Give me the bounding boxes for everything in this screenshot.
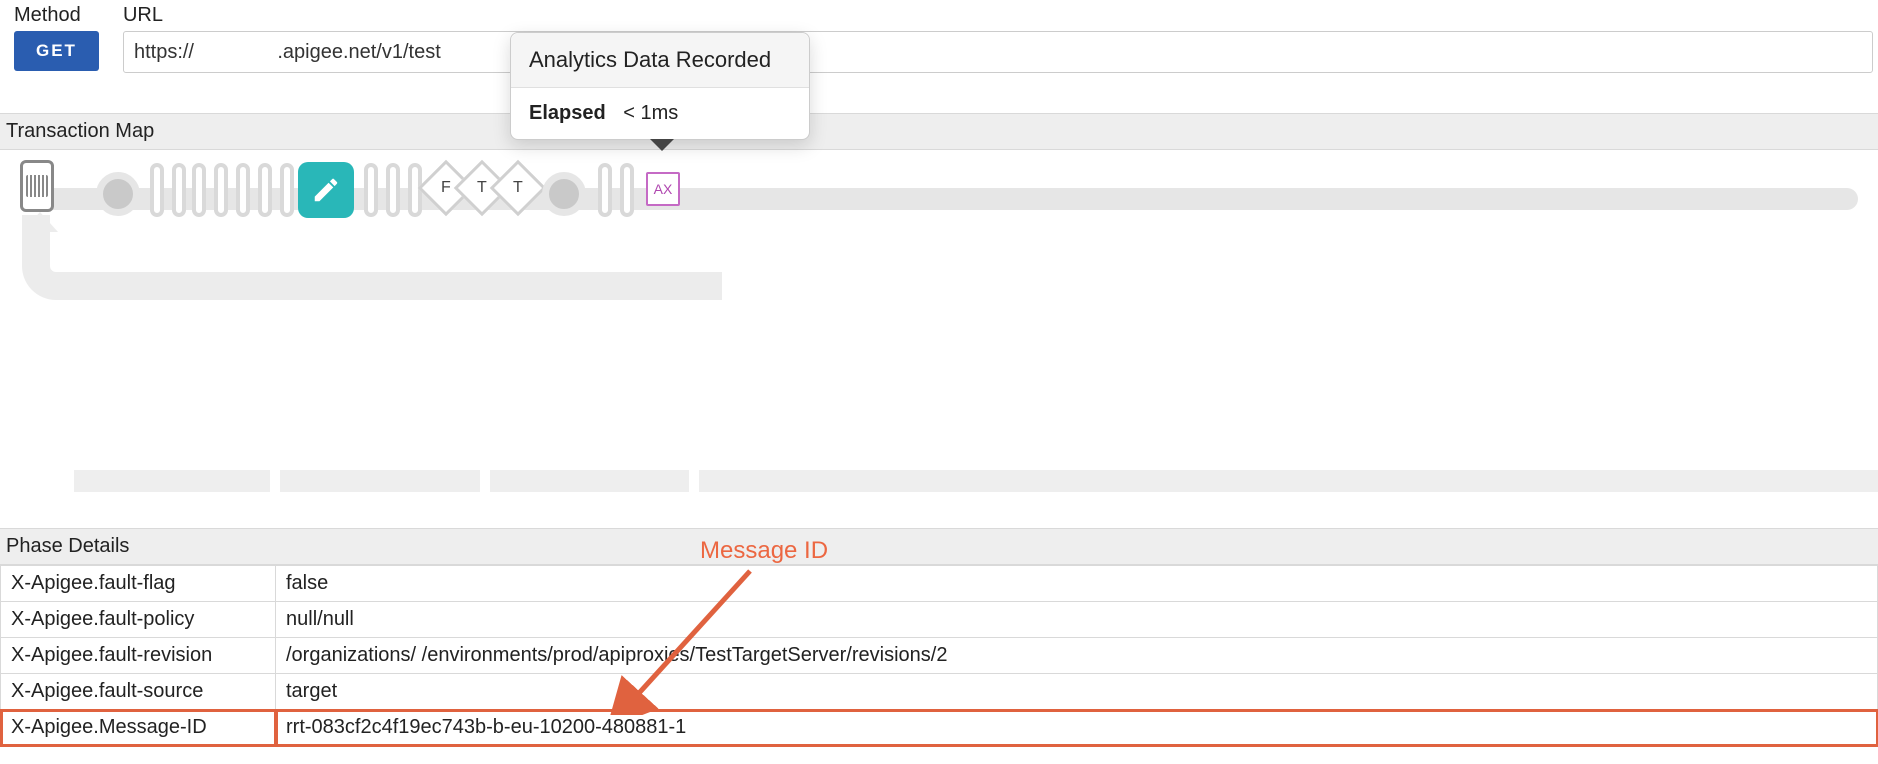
flow-step[interactable] [236, 163, 250, 217]
annotation-message-id-label: Message ID [700, 537, 828, 565]
flow-step[interactable] [214, 163, 228, 217]
timeline-segment[interactable] [490, 470, 690, 492]
flow-step[interactable] [386, 163, 400, 217]
method-button[interactable]: GET [14, 31, 99, 71]
phase-value: null/null [276, 602, 1878, 638]
tooltip-elapsed-label: Elapsed [529, 102, 606, 124]
edit-policy-icon[interactable] [298, 162, 354, 218]
analytics-node[interactable]: AX [646, 172, 680, 206]
url-input[interactable] [123, 31, 1873, 73]
flow-disc[interactable] [542, 172, 586, 216]
phase-details-table: X-Apigee.fault-flagfalseX-Apigee.fault-p… [0, 565, 1878, 746]
phase-key: X-Apigee.fault-revision [1, 638, 276, 674]
phase-value: target [276, 674, 1878, 710]
timeline-segment[interactable] [280, 470, 480, 492]
phase-key: X-Apigee.fault-source [1, 674, 276, 710]
flow-step[interactable] [192, 163, 206, 217]
table-row: X-Apigee.fault-flagfalse [1, 566, 1878, 602]
table-row: X-Apigee.fault-revision/organizations/ /… [1, 638, 1878, 674]
tooltip-elapsed-value: < 1ms [623, 102, 678, 124]
timeline-segment[interactable] [699, 470, 1878, 492]
flow-step[interactable] [598, 163, 612, 217]
flow-step[interactable] [150, 163, 164, 217]
flow-step[interactable] [620, 163, 634, 217]
client-phone-icon[interactable] [20, 160, 54, 212]
tooltip-caret-icon [650, 139, 674, 151]
timeline-segments [74, 470, 1878, 492]
method-label: Method [14, 4, 99, 27]
phase-key: X-Apigee.Message-ID [1, 710, 276, 746]
phase-value: /organizations/ /environments/prod/apipr… [276, 638, 1878, 674]
flow-step[interactable] [258, 163, 272, 217]
url-label: URL [123, 4, 1873, 27]
analytics-tooltip: Analytics Data Recorded Elapsed < 1ms [510, 32, 810, 140]
flow-step[interactable] [364, 163, 378, 217]
transaction-map-header: Transaction Map [0, 113, 1878, 150]
flow-step[interactable] [280, 163, 294, 217]
return-flow-line [22, 215, 722, 300]
timeline-segment[interactable] [74, 470, 270, 492]
tooltip-title: Analytics Data Recorded [511, 33, 809, 88]
phase-key: X-Apigee.fault-flag [1, 566, 276, 602]
transaction-map: F T T AX [0, 150, 1878, 350]
phase-key: X-Apigee.fault-policy [1, 602, 276, 638]
return-arrow-icon [22, 212, 58, 232]
table-row: X-Apigee.fault-sourcetarget [1, 674, 1878, 710]
flow-track [20, 188, 1858, 210]
phase-value: rrt-083cf2c4f19ec743b-b-eu-10200-480881-… [276, 710, 1878, 746]
annotation-arrow-icon [600, 565, 780, 715]
flow-disc[interactable] [96, 172, 140, 216]
table-row: X-Apigee.Message-IDrrt-083cf2c4f19ec743b… [1, 710, 1878, 746]
request-row: Method GET URL [0, 0, 1878, 73]
table-row: X-Apigee.fault-policynull/null [1, 602, 1878, 638]
phase-details-header: Phase Details [0, 528, 1878, 565]
flow-step[interactable] [172, 163, 186, 217]
phase-value: false [276, 566, 1878, 602]
